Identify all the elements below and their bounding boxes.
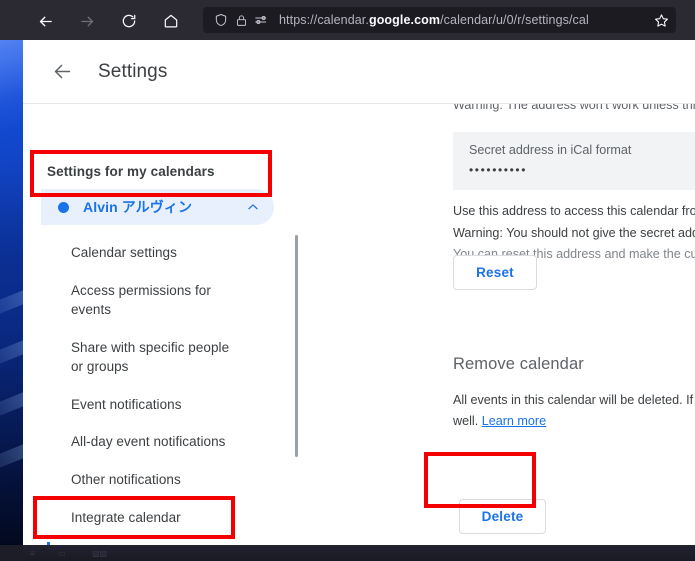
url-prefix: https://calendar. bbox=[279, 13, 369, 27]
remove-description-suffix: well. bbox=[453, 414, 482, 428]
star-icon bbox=[654, 13, 668, 27]
sidebar-item-access-permissions[interactable]: Access permissions for events bbox=[23, 272, 256, 329]
sidebar-calendar-name: Alvin アルヴィン bbox=[83, 199, 193, 215]
arrow-left-icon bbox=[54, 64, 70, 79]
url-domain: google.com bbox=[368, 13, 441, 27]
site-permissions-icon[interactable] bbox=[251, 10, 271, 30]
sidebar-calendar-alvin[interactable]: Alvin アルヴィン bbox=[41, 189, 274, 225]
wallpaper-streak bbox=[0, 419, 23, 478]
arrow-left-icon bbox=[39, 16, 52, 26]
taskbar-glyph: ≡ bbox=[30, 549, 35, 558]
url-text[interactable]: https://calendar.google.com/calendar/u/0… bbox=[279, 13, 670, 27]
wallpaper-streak bbox=[0, 265, 23, 324]
sidebar-item-share-with-people[interactable]: Share with specific people or groups bbox=[23, 329, 256, 386]
url-suffix: /calendar/u/0/r/settings/cal bbox=[440, 13, 589, 27]
desktop-wallpaper bbox=[0, 38, 23, 561]
secret-ical-value: •••••••••• bbox=[469, 163, 528, 177]
sidebar-item-calendar-settings[interactable]: Calendar settings bbox=[23, 234, 256, 272]
sidebar-subnav: Calendar settings Access permissions for… bbox=[23, 234, 278, 545]
color-dot-icon bbox=[58, 201, 69, 213]
use-address-text: Use this address to access this calendar… bbox=[453, 204, 695, 218]
wallpaper-streak bbox=[0, 367, 23, 426]
shield-icon[interactable] bbox=[211, 10, 231, 30]
arrow-right-icon bbox=[80, 16, 93, 26]
wallpaper-streak bbox=[0, 315, 23, 374]
remove-calendar-heading: Remove calendar bbox=[453, 355, 584, 373]
delete-button[interactable]: Delete bbox=[459, 499, 546, 534]
secret-ical-field[interactable]: Secret address in iCal format •••••••••• bbox=[453, 132, 695, 190]
secret-ical-label: Secret address in iCal format bbox=[469, 143, 632, 157]
app-header: Settings bbox=[23, 40, 695, 103]
home-button[interactable] bbox=[158, 8, 184, 34]
remove-calendar-description-line2: well. Learn more bbox=[453, 414, 695, 428]
reset-button[interactable]: Reset bbox=[453, 255, 537, 290]
settings-back-button[interactable] bbox=[49, 59, 75, 85]
home-icon bbox=[164, 14, 178, 28]
taskbar-glyph: ▭ bbox=[58, 549, 66, 558]
screenshot-root: https://calendar.google.com/calendar/u/0… bbox=[0, 0, 695, 561]
bookmark-button[interactable] bbox=[650, 10, 672, 30]
settings-sidebar: Settings for my calendars Alvin アルヴィン Ca… bbox=[23, 104, 298, 545]
taskbar-shade bbox=[23, 545, 695, 561]
sidebar-item-other-notifications[interactable]: Other notifications bbox=[23, 461, 256, 499]
address-bar[interactable]: https://calendar.google.com/calendar/u/0… bbox=[203, 7, 676, 33]
remove-calendar-description-line1: All events in this calendar will be dele… bbox=[453, 393, 695, 407]
chevron-up-icon[interactable] bbox=[246, 200, 260, 214]
sidebar-item-remove-calendar[interactable]: Remove calendar bbox=[23, 536, 256, 545]
reload-button[interactable] bbox=[116, 8, 142, 34]
settings-content: Settings for my calendars Alvin アルヴィン Ca… bbox=[23, 104, 695, 545]
padlock-icon[interactable] bbox=[231, 10, 251, 30]
forward-button[interactable] bbox=[74, 8, 100, 34]
sidebar-item-event-notifications[interactable]: Event notifications bbox=[23, 386, 256, 424]
reload-icon bbox=[122, 14, 136, 28]
learn-more-link[interactable]: Learn more bbox=[482, 414, 546, 428]
page-title: Settings bbox=[98, 60, 168, 82]
ical-address-warning: Warning: The address won't work unless t… bbox=[453, 104, 695, 112]
sidebar-item-all-day-event-notifications[interactable]: All-day event notifications bbox=[23, 423, 256, 461]
secret-address-warning: Warning: You should not give the secret … bbox=[453, 226, 695, 240]
sidebar-item-integrate-calendar[interactable]: Integrate calendar bbox=[23, 499, 256, 537]
sidebar-scrollbar[interactable] bbox=[295, 235, 298, 457]
browser-nav-buttons bbox=[32, 8, 184, 34]
sidebar-section-title: Settings for my calendars bbox=[47, 164, 215, 179]
page-viewport: Settings Settings for my calendars Alvin… bbox=[23, 40, 695, 545]
browser-toolbar: https://calendar.google.com/calendar/u/0… bbox=[0, 0, 695, 40]
settings-detail-panel: Warning: The address won't work unless t… bbox=[429, 104, 695, 545]
back-button[interactable] bbox=[32, 8, 58, 34]
taskbar-glyph: ▨▨ bbox=[92, 549, 108, 558]
